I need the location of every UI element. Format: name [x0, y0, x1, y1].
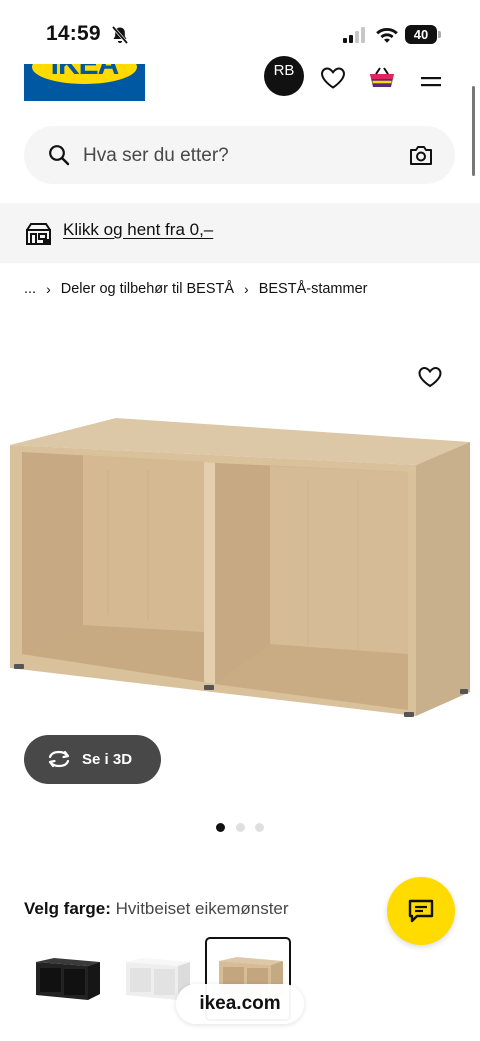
breadcrumb: ... › Deler og tilbehør til BESTÅ › BEST… [24, 279, 367, 299]
colour-swatch-black[interactable] [24, 940, 108, 1020]
chat-icon [408, 899, 434, 923]
wifi-icon [376, 28, 398, 43]
breadcrumb-ellipsis[interactable]: ... [24, 281, 36, 297]
breadcrumb-item-besta-parts[interactable]: Deler og tilbehør til BESTÅ [61, 281, 234, 297]
store-icon [26, 223, 51, 245]
carousel-dots [214, 823, 266, 833]
click-collect-link[interactable]: Klikk og hent fra 0,– [63, 220, 213, 240]
breadcrumb-item-besta-frames[interactable]: BESTÅ-stammer [259, 281, 368, 297]
colour-label: Velg farge: [24, 899, 111, 918]
menu-icon[interactable] [419, 70, 443, 88]
click-collect-banner[interactable]: Klikk og hent fra 0,– [0, 203, 480, 263]
battery-icon: 40 [405, 25, 441, 44]
status-time: 14:59 [46, 22, 101, 45]
status-bar: 14:59 40 [0, 0, 480, 64]
see-in-3d-button[interactable]: Se i 3D [24, 735, 161, 784]
see-in-3d-label: Se i 3D [82, 751, 133, 768]
bell-off-icon [111, 25, 129, 45]
ikea-logo[interactable]: IKEA [24, 64, 145, 101]
battery-level: 40 [405, 25, 437, 44]
product-image[interactable] [8, 410, 474, 725]
favourite-heart-icon[interactable] [418, 366, 442, 388]
browser-url[interactable]: ikea.com [176, 984, 304, 1024]
colour-value: Hvitbeiset eikemønster [115, 899, 289, 918]
search-input[interactable]: Hva ser du etter? [83, 145, 229, 167]
carousel-dot[interactable] [236, 823, 245, 832]
scrollbar[interactable] [472, 86, 475, 176]
shopping-basket-icon[interactable] [368, 66, 396, 90]
site-header: IKEA RB [0, 56, 480, 104]
search-icon[interactable] [48, 144, 70, 166]
chat-button[interactable] [387, 877, 455, 945]
rotate-3d-icon [48, 750, 70, 768]
breadcrumb-separator: › [46, 281, 51, 297]
search-bar[interactable]: Hva ser du etter? [24, 126, 455, 184]
colour-selector-label: Velg farge: Hvitbeiset eikemønster [24, 899, 289, 919]
breadcrumb-separator: › [244, 281, 249, 297]
camera-icon[interactable] [409, 144, 433, 166]
account-avatar[interactable]: RB [264, 56, 304, 96]
heart-icon[interactable] [320, 66, 346, 90]
carousel-dot[interactable] [255, 823, 264, 832]
logo-text: IKEA [50, 64, 120, 81]
signal-icon [343, 27, 365, 43]
carousel-dot[interactable] [216, 823, 225, 832]
